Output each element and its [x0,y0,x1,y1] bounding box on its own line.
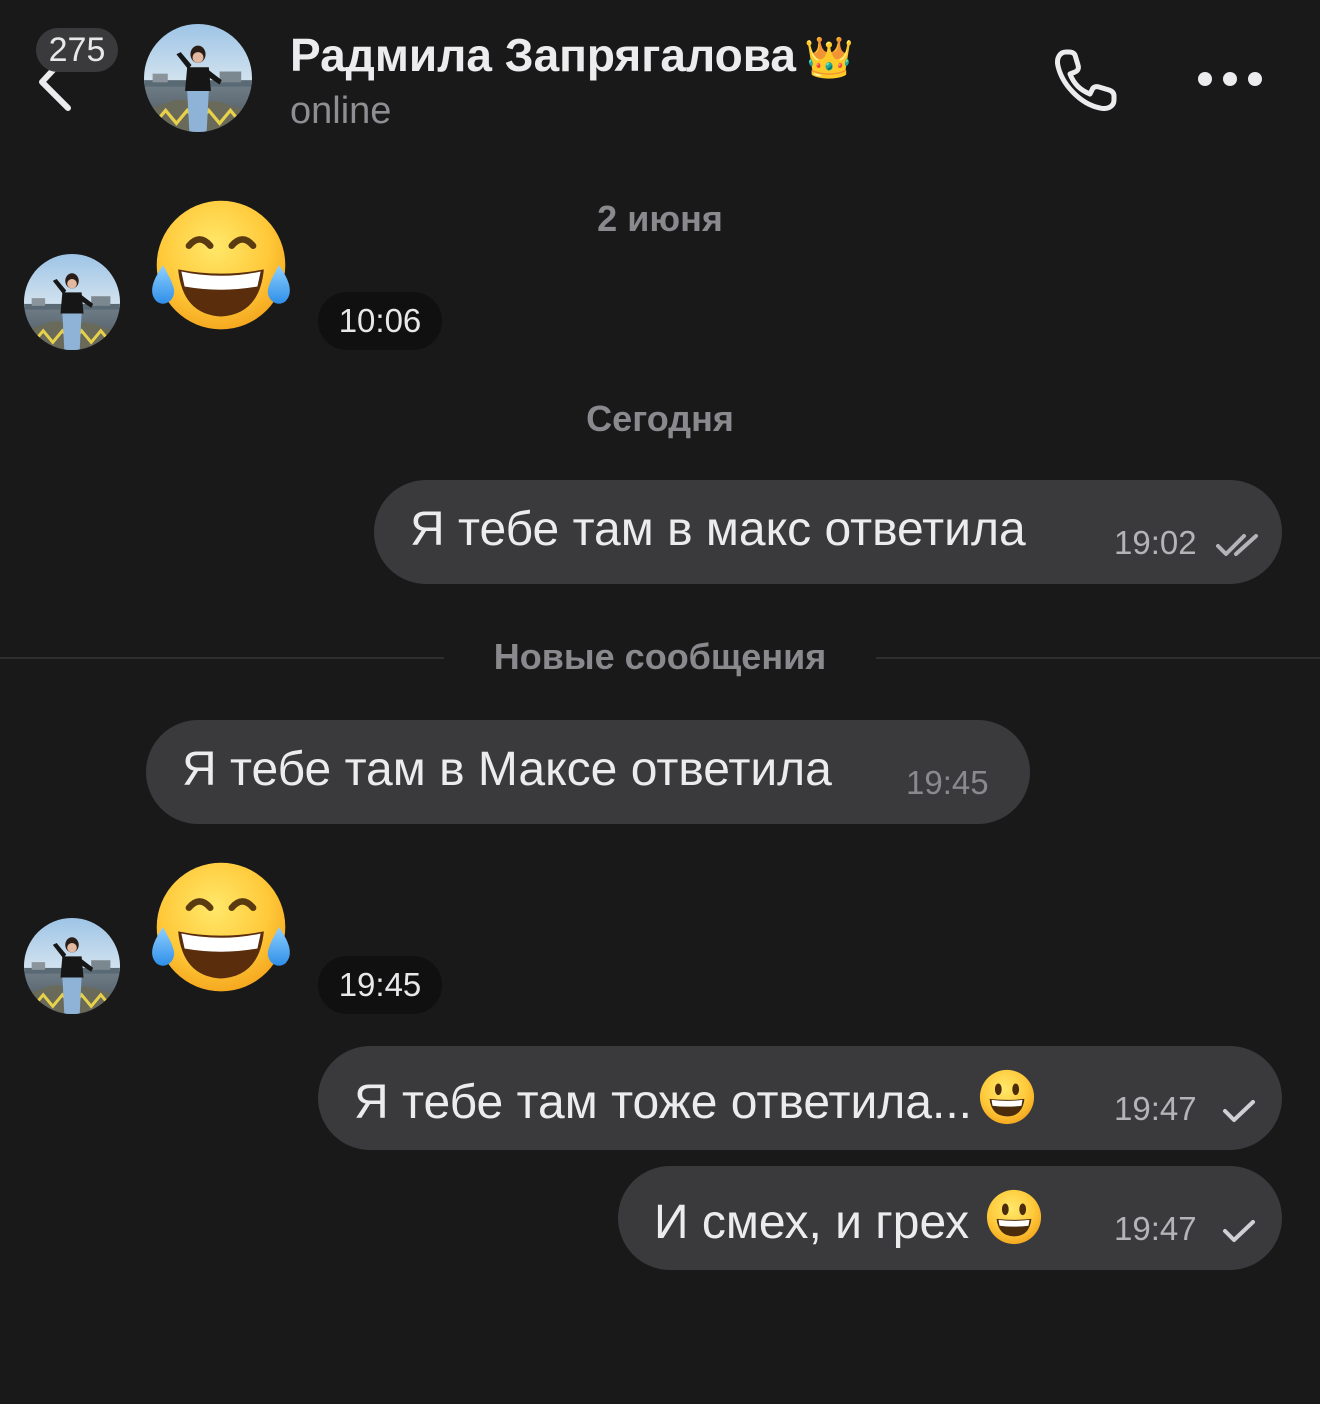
grinning-face-icon [987,1189,1042,1245]
new-messages-separator: Новые сообщения [0,630,1320,686]
contact-name[interactable]: Радмила Запрягалова 👑 [290,28,854,82]
message-time: 19:45 [318,956,442,1014]
new-messages-label: Новые сообщения [493,636,827,677]
message-text-content: И смех, и грех [654,1196,970,1249]
outgoing-message[interactable]: Я тебе там тоже ответила... 19:47 [318,1046,1282,1150]
message-text: Я тебе там в макс ответила [410,503,1026,556]
grinning-face-icon [979,1069,1035,1125]
message-text: Я тебе там в Максе ответила [182,743,832,796]
double-check-icon [1216,534,1258,556]
outgoing-message[interactable]: Я тебе там в макс ответила 19:02 [374,480,1282,584]
check-icon [1223,1220,1255,1242]
laughing-sticker[interactable] [146,194,296,334]
unread-count-badge[interactable]: 275 [36,28,118,72]
laughing-sticker[interactable] [146,856,296,996]
message-time: 19:45 [906,764,989,801]
face-with-tears-of-joy-icon [146,856,296,996]
call-button[interactable] [1050,44,1122,116]
contact-status: online [290,90,392,132]
outgoing-message[interactable]: И смех, и грех 19:47 [618,1166,1282,1270]
message-text-content: Я тебе там тоже ответила... [354,1076,972,1129]
message-time: 19:02 [1114,524,1197,561]
message-time: 19:47 [1114,1090,1197,1127]
contact-name-text: Радмила Запрягалова [290,29,796,81]
more-horizontal-icon [1198,72,1262,86]
phone-icon [1055,49,1117,111]
message-time: 10:06 [318,292,442,350]
chat-screen: 275 Радмила Запрягалова 👑 online 2 июня 1… [0,0,1320,1404]
more-button[interactable] [1196,64,1264,94]
sender-avatar[interactable] [24,918,120,1014]
face-with-tears-of-joy-icon [146,194,296,334]
sender-avatar[interactable] [24,254,120,350]
incoming-message[interactable]: Я тебе там в Максе ответила 19:45 [146,720,1030,824]
crown-icon: 👑 [803,36,854,80]
message-text: Я тебе там тоже ответила... [354,1068,1036,1130]
message-text: И смех, и грех [654,1188,1043,1250]
date-separator: Сегодня [586,398,734,439]
message-time: 19:47 [1114,1210,1197,1247]
check-icon [1223,1100,1255,1122]
contact-avatar[interactable] [144,24,252,132]
